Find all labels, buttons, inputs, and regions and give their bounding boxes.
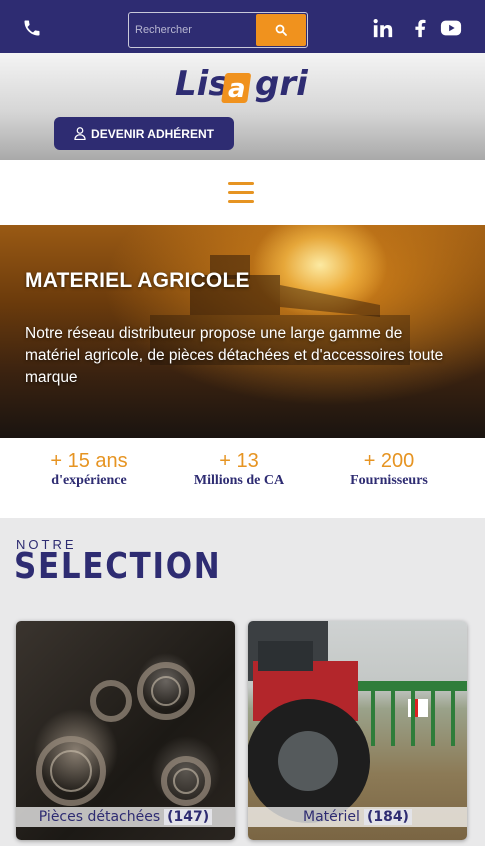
- user-icon: [74, 127, 86, 140]
- become-member-button[interactable]: DEVENIR ADHÉRENT: [54, 117, 234, 150]
- category-label: Pièces détachées (147): [16, 807, 235, 827]
- category-name: Matériel: [303, 809, 360, 825]
- hamburger-menu-icon[interactable]: [228, 182, 256, 204]
- stat-number: + 200: [363, 450, 415, 472]
- category-name: Pièces détachées: [38, 809, 161, 825]
- search-icon: [275, 24, 287, 36]
- search-box: [128, 12, 308, 48]
- lisagri-logo[interactable]: Lis a gri: [175, 61, 315, 109]
- main-nav: [0, 160, 485, 225]
- category-count: (184): [363, 809, 412, 825]
- stat-number: + 13: [219, 450, 259, 472]
- youtube-icon[interactable]: [440, 17, 462, 39]
- hero-title: MATERIEL AGRICOLE: [25, 269, 250, 292]
- linkedin-icon[interactable]: [372, 17, 394, 39]
- category-count: (147): [164, 809, 213, 825]
- search-button[interactable]: [256, 14, 306, 46]
- stat-suppliers: + 200 Fournisseurs: [314, 450, 464, 490]
- category-label: Matériel (184): [248, 807, 467, 827]
- stat-experience: + 15 ans d'expérience: [14, 450, 164, 490]
- facebook-icon[interactable]: [409, 17, 431, 39]
- category-card-equipment[interactable]: Matériel (184): [248, 621, 467, 840]
- stat-label: Millions de CA: [193, 473, 285, 488]
- header: Lis a gri DEVENIR ADHÉRENT: [0, 53, 485, 160]
- top-bar: [0, 0, 485, 53]
- section-title: SELECTION: [14, 546, 222, 587]
- svg-text:a: a: [228, 74, 246, 104]
- phone-icon[interactable]: [22, 18, 42, 38]
- become-member-label: DEVENIR ADHÉRENT: [91, 126, 214, 141]
- category-card-parts[interactable]: Pièces détachées (147): [16, 621, 235, 840]
- stat-label: Fournisseurs: [350, 473, 428, 488]
- stat-revenue: + 13 Millions de CA: [164, 450, 314, 490]
- hero-description: Notre réseau distributeur propose une la…: [25, 325, 444, 386]
- search-input[interactable]: [135, 17, 255, 43]
- stat-number: + 15 ans: [50, 450, 128, 472]
- stat-label: d'expérience: [51, 473, 127, 488]
- svg-text:gri: gri: [255, 64, 309, 104]
- svg-text:Lis: Lis: [175, 64, 229, 104]
- stats-bar: + 15 ans d'expérience + 13 Millions de C…: [0, 438, 485, 518]
- hero-banner: MATERIEL AGRICOLE Notre réseau distribut…: [0, 225, 485, 438]
